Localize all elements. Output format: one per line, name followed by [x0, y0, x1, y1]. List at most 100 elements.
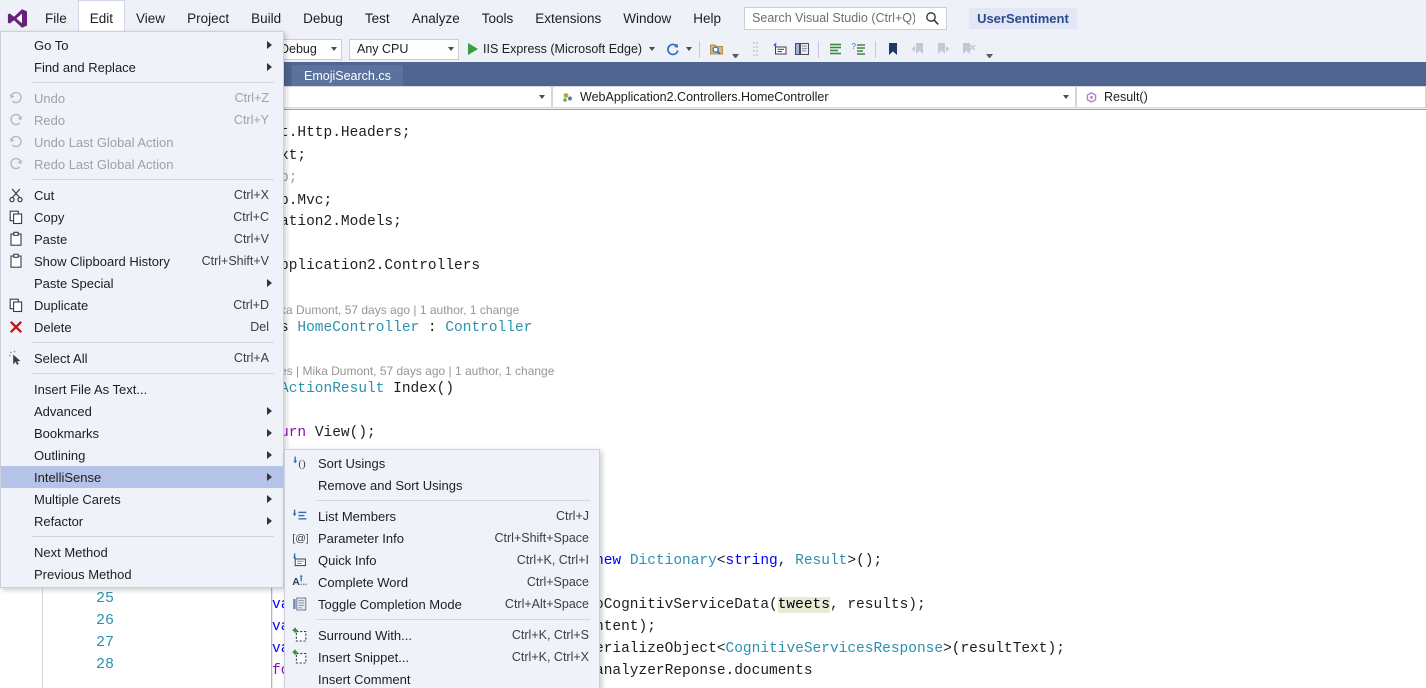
- tab-emojisearch-cs[interactable]: EmojiSearch.cs: [292, 65, 403, 86]
- menu-item-next-method[interactable]: Next Method: [1, 541, 283, 563]
- start-debug-button[interactable]: IIS Express (Microsoft Edge): [468, 42, 655, 56]
- menu-item-label: Multiple Carets: [31, 492, 269, 507]
- menu-item-paste-special[interactable]: Paste Special: [1, 272, 283, 294]
- menu-debug[interactable]: Debug: [292, 0, 354, 36]
- class-icon: [559, 91, 575, 104]
- menu-item-bookmarks[interactable]: Bookmarks: [1, 422, 283, 444]
- menu-item-remove-and-sort-usings[interactable]: Remove and Sort Usings: [285, 474, 599, 496]
- code-token: Index(): [384, 381, 454, 397]
- menu-item-copy[interactable]: CopyCtrl+C: [1, 206, 283, 228]
- navbar-project-selector[interactable]: [272, 86, 552, 108]
- menu-item-parameter-info[interactable]: [@]Parameter InfoCtrl+Shift+Space: [285, 527, 599, 549]
- menu-help[interactable]: Help: [682, 0, 732, 36]
- menu-item-label: Bookmarks: [31, 426, 269, 441]
- line-number: 26: [80, 610, 114, 632]
- menu-item-label: Delete: [31, 320, 250, 335]
- submenu-arrow-icon: [267, 517, 272, 525]
- menu-item-advanced[interactable]: Advanced: [1, 400, 283, 422]
- menu-item-paste[interactable]: PasteCtrl+V: [1, 228, 283, 250]
- chevron-down-icon[interactable]: [686, 47, 692, 51]
- menu-item-outlining[interactable]: Outlining: [1, 444, 283, 466]
- code-token: ,: [778, 553, 795, 569]
- menu-item-list-members[interactable]: List MembersCtrl+J: [285, 505, 599, 527]
- menu-item-show-clipboard-history[interactable]: Show Clipboard HistoryCtrl+Shift+V: [1, 250, 283, 272]
- search-box[interactable]: [744, 7, 947, 30]
- navbar-type-selector[interactable]: WebApplication2.Controllers.HomeControll…: [552, 86, 1076, 108]
- menu-item-duplicate[interactable]: DuplicateCtrl+D: [1, 294, 283, 316]
- solution-platform-combo[interactable]: Any CPU: [349, 39, 459, 60]
- find-in-file-icon[interactable]: [707, 40, 726, 59]
- menu-item-select-all[interactable]: Select AllCtrl+A: [1, 347, 283, 369]
- menu-item-cut[interactable]: CutCtrl+X: [1, 184, 283, 206]
- menu-item-intellisense[interactable]: IntelliSense: [1, 466, 283, 488]
- quick-info-icon[interactable]: [792, 40, 811, 59]
- menu-item-no-icon: [1, 34, 31, 56]
- menu-item-find-and-replace[interactable]: Find and Replace: [1, 56, 283, 78]
- menu-item-insert-comment[interactable]: Insert Comment: [285, 668, 599, 688]
- menu-item-shortcut: Ctrl+K, Ctrl+I: [517, 553, 599, 567]
- menu-separator: [32, 179, 274, 180]
- menu-item-delete[interactable]: DeleteDel: [1, 316, 283, 338]
- menu-item-surround-with[interactable]: Surround With...Ctrl+K, Ctrl+S: [285, 624, 599, 646]
- code-token: erializeObject<: [595, 641, 726, 657]
- search-input[interactable]: [745, 8, 917, 29]
- menu-item-toggle-completion-mode[interactable]: Toggle Completion ModeCtrl+Alt+Space: [285, 593, 599, 615]
- toolbar-overflow-icon[interactable]: [731, 40, 740, 58]
- edit-menu-dropdown[interactable]: Go To Find and Replace UndoCtrl+ZRedoCtrl+…: [0, 31, 284, 588]
- menu-window[interactable]: Window: [612, 0, 682, 36]
- solution-configuration-label: Debug: [280, 42, 317, 56]
- code-line: erializeObject<CognitiveServicesResponse…: [595, 638, 1065, 660]
- menu-item-label: Redo Last Global Action: [31, 157, 269, 172]
- menu-item-label: Copy: [31, 210, 233, 225]
- submenu-arrow-icon: [267, 495, 272, 503]
- navigate-backward-icon[interactable]: [770, 40, 789, 59]
- menu-test[interactable]: Test: [354, 0, 401, 36]
- navbar-member-selector[interactable]: Result(): [1076, 86, 1426, 108]
- code-token: View();: [315, 425, 376, 441]
- menu-item-previous-method[interactable]: Previous Method: [1, 563, 283, 585]
- menu-item-label: Paste: [31, 232, 234, 247]
- uncomment-selection-icon[interactable]: ?: [849, 40, 868, 59]
- menu-item-label: Advanced: [31, 404, 269, 419]
- menu-item-insert-snippet[interactable]: Insert Snippet...Ctrl+K, Ctrl+X: [285, 646, 599, 668]
- hot-reload-icon[interactable]: [663, 40, 682, 59]
- menu-item-shortcut: Ctrl+Space: [527, 575, 599, 589]
- code-token: CognitiveServicesResponse: [726, 641, 944, 657]
- menu-item-label: Outlining: [31, 448, 269, 463]
- menu-item-undo-last-global-action[interactable]: Undo Last Global Action: [1, 131, 283, 153]
- select-all-icon: [1, 347, 31, 369]
- menu-item-sort-usings[interactable]: ()Sort Usings: [285, 452, 599, 474]
- menu-item-no-icon: [1, 541, 31, 563]
- navbar-type-label: WebApplication2.Controllers.HomeControll…: [580, 90, 829, 104]
- menu-item-undo[interactable]: UndoCtrl+Z: [1, 87, 283, 109]
- menu-extensions[interactable]: Extensions: [524, 0, 612, 36]
- submenu-arrow-icon: [267, 473, 272, 481]
- menu-item-label: Parameter Info: [315, 531, 495, 546]
- menu-item-label: Go To: [31, 38, 269, 53]
- menu-item-multiple-carets[interactable]: Multiple Carets: [1, 488, 283, 510]
- solution-platform-label: Any CPU: [357, 42, 408, 56]
- menu-item-refactor[interactable]: Refactor: [1, 510, 283, 532]
- toolbar-chevron-icon[interactable]: [985, 40, 994, 58]
- menu-item-quick-info[interactable]: Quick InfoCtrl+K, Ctrl+I: [285, 549, 599, 571]
- menu-item-complete-word[interactable]: AComplete WordCtrl+Space: [285, 571, 599, 593]
- menu-item-shortcut: Ctrl+K, Ctrl+S: [512, 628, 599, 642]
- menu-item-redo-last-global-action[interactable]: Redo Last Global Action: [1, 153, 283, 175]
- menu-item-redo[interactable]: RedoCtrl+Y: [1, 109, 283, 131]
- comment-selection-icon[interactable]: [826, 40, 845, 59]
- menu-item-go-to[interactable]: Go To: [1, 34, 283, 56]
- menu-item-label: Show Clipboard History: [31, 254, 202, 269]
- menu-item-shortcut: Ctrl+V: [234, 232, 283, 246]
- intellisense-submenu[interactable]: ()Sort UsingsRemove and Sort Usings List …: [284, 449, 600, 688]
- svg-text:A: A: [292, 576, 300, 588]
- redo-icon: [1, 109, 31, 131]
- menu-analyze[interactable]: Analyze: [401, 0, 471, 36]
- menu-tools[interactable]: Tools: [471, 0, 525, 36]
- next-bookmark-icon: [933, 40, 952, 59]
- editor-navigation-bar: WebApplication2.Controllers.HomeControll…: [272, 86, 1426, 110]
- line-number: 25: [80, 588, 114, 610]
- menu-item-no-icon: [1, 378, 31, 400]
- code-token: ation2.Models;: [280, 214, 402, 230]
- toggle-bookmark-icon[interactable]: [883, 40, 902, 59]
- menu-item-insert-file-as-text[interactable]: Insert File As Text...: [1, 378, 283, 400]
